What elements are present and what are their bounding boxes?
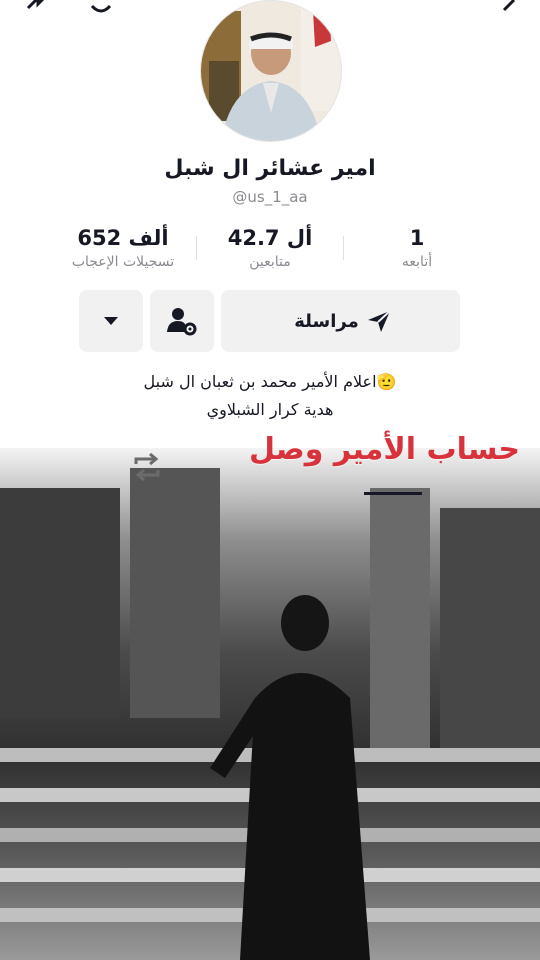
caret-down-icon (104, 317, 118, 325)
following-label: أتابعه (401, 254, 433, 270)
tab-indicator (364, 492, 422, 495)
video-frame (0, 468, 540, 960)
stat-followers[interactable]: 42.7 أل متابعين (195, 226, 345, 270)
user-settings-icon (167, 308, 197, 336)
stat-likes: 652 ألف تسجيلات الإعجاب (48, 226, 198, 270)
video-overlay-text: حساب الأمير وصل (249, 432, 520, 467)
send-icon (367, 310, 391, 332)
video-thumbnail[interactable] (0, 448, 540, 960)
followers-label: متابعين (249, 254, 291, 270)
avatar[interactable] (200, 0, 342, 142)
menu-icon[interactable] (498, 0, 528, 16)
user-settings-button[interactable] (150, 290, 214, 352)
profile-handle: @us_1_aa (232, 188, 308, 206)
bio-line-2: هدية كرار الشبلاوي (206, 400, 334, 419)
profile-name: امير عشائر ال شبل (164, 156, 376, 181)
avatar-image (201, 1, 341, 141)
repost-icon (134, 452, 160, 482)
stat-following[interactable]: 1 أتابعه (342, 226, 492, 270)
likes-count: 652 ألف (77, 226, 169, 250)
message-label: مراسلة (294, 310, 359, 332)
share-icon[interactable] (24, 0, 54, 16)
more-dropdown-button[interactable] (79, 290, 143, 352)
following-count: 1 (409, 226, 425, 250)
bell-icon[interactable] (86, 0, 116, 16)
followers-count: 42.7 أل (227, 226, 313, 250)
likes-label: تسجيلات الإعجاب (71, 254, 175, 270)
message-button[interactable]: مراسلة (221, 290, 460, 352)
bio-line-1: اعلام الأمير محمد بن ثعبان ال شبل🫡 (143, 372, 397, 391)
